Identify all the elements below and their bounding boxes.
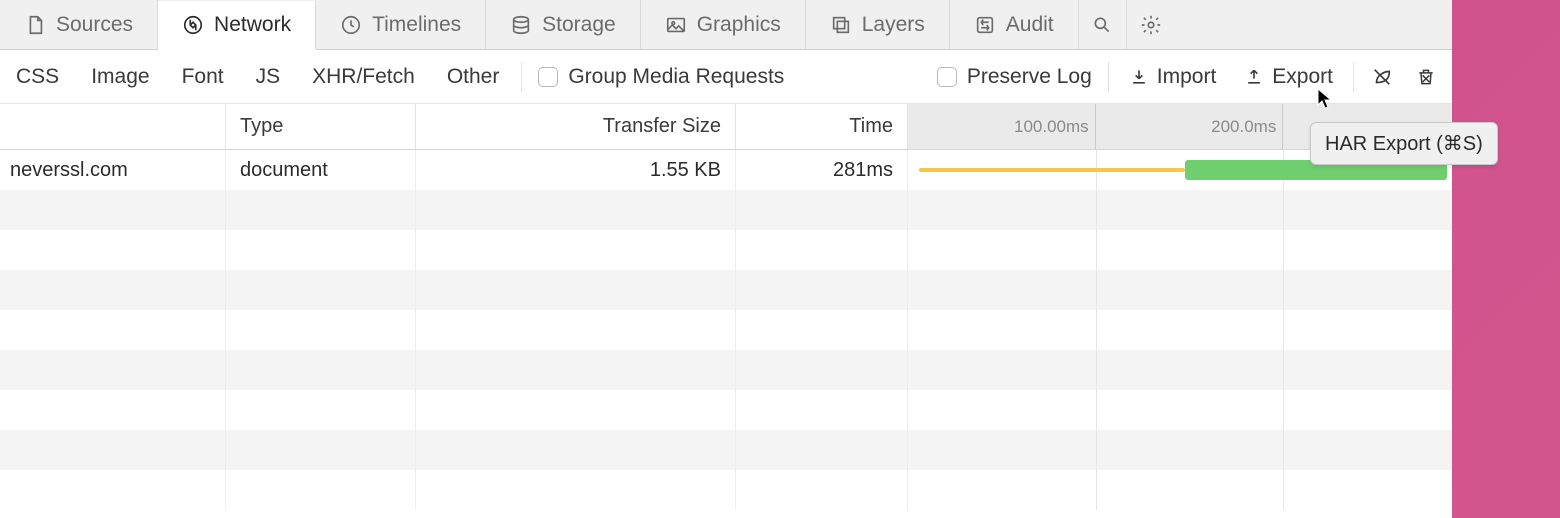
request-name: neverssl.com — [10, 159, 128, 182]
table-header: Type Transfer Size Time 100.00ms 200.0ms — [0, 104, 1452, 150]
request-rows: neverssl.com document 1.55 KB 281ms — [0, 150, 1452, 518]
request-time: 281ms — [833, 159, 893, 182]
checkbox-label: Group Media Requests — [568, 65, 784, 89]
timeline-tick: 100.00ms — [1014, 117, 1089, 137]
clear-button[interactable] — [1404, 67, 1448, 87]
tab-audit[interactable]: Audit — [950, 0, 1079, 49]
export-button[interactable]: Export — [1230, 65, 1347, 89]
column-name[interactable] — [0, 104, 226, 149]
preserve-log-checkbox[interactable]: Preserve Log — [927, 65, 1102, 89]
layers-icon — [830, 14, 852, 36]
import-button[interactable]: Import — [1115, 65, 1231, 89]
tab-label: Audit — [1006, 13, 1054, 37]
column-type[interactable]: Type — [226, 104, 416, 149]
disable-cache-button[interactable] — [1360, 66, 1404, 88]
waterfall-waiting — [919, 168, 1186, 172]
search-button[interactable] — [1079, 0, 1127, 49]
group-media-checkbox[interactable]: Group Media Requests — [528, 65, 794, 89]
separator — [1108, 62, 1109, 92]
empty-row — [0, 390, 1452, 430]
checkbox-label: Preserve Log — [967, 65, 1092, 89]
tab-label: Network — [214, 13, 291, 37]
empty-row — [0, 350, 1452, 390]
tab-label: Graphics — [697, 13, 781, 37]
tab-graphics[interactable]: Graphics — [641, 0, 806, 49]
empty-row — [0, 310, 1452, 350]
tab-network[interactable]: Network — [158, 1, 316, 50]
tab-label: Storage — [542, 13, 616, 37]
tab-bar: Sources Network Timelines Storage Graphi… — [0, 0, 1452, 50]
upload-icon — [1244, 67, 1264, 87]
tab-sources[interactable]: Sources — [0, 0, 158, 49]
image-icon — [665, 14, 687, 36]
gear-icon — [1140, 14, 1162, 36]
settings-button[interactable] — [1127, 0, 1175, 49]
download-icon — [1129, 67, 1149, 87]
request-size: 1.55 KB — [650, 159, 721, 182]
network-icon — [182, 14, 204, 36]
empty-row — [0, 470, 1452, 510]
file-icon — [24, 14, 46, 36]
database-icon — [510, 14, 532, 36]
separator — [521, 62, 522, 92]
empty-row — [0, 190, 1452, 230]
request-row[interactable]: neverssl.com document 1.55 KB 281ms — [0, 150, 1452, 190]
filter-image[interactable]: Image — [75, 65, 165, 89]
checkbox-box — [937, 67, 957, 87]
filter-font[interactable]: Font — [166, 65, 240, 89]
tab-layers[interactable]: Layers — [806, 0, 950, 49]
button-label: Import — [1157, 65, 1217, 89]
trash-icon — [1416, 67, 1436, 87]
search-icon — [1092, 15, 1112, 35]
tab-timelines[interactable]: Timelines — [316, 0, 486, 49]
filter-js[interactable]: JS — [240, 65, 297, 89]
filter-css[interactable]: CSS — [0, 65, 75, 89]
request-type: document — [240, 159, 328, 182]
filter-other[interactable]: Other — [431, 65, 516, 89]
tab-storage[interactable]: Storage — [486, 0, 641, 49]
filter-xhr[interactable]: XHR/Fetch — [296, 65, 431, 89]
empty-row — [0, 230, 1452, 270]
column-time[interactable]: Time — [736, 104, 908, 149]
empty-row — [0, 270, 1452, 310]
column-transfer-size[interactable]: Transfer Size — [416, 104, 736, 149]
timeline-tick: 200.0ms — [1211, 117, 1276, 137]
export-tooltip: HAR Export (⌘S) — [1310, 122, 1498, 165]
tab-label: Timelines — [372, 13, 461, 37]
clock-icon — [340, 14, 362, 36]
leaf-slash-icon — [1371, 66, 1393, 88]
network-toolbar: CSS Image Font JS XHR/Fetch Other Group … — [0, 50, 1452, 104]
button-label: Export — [1272, 65, 1333, 89]
empty-row — [0, 430, 1452, 470]
separator — [1353, 62, 1354, 92]
tab-label: Layers — [862, 13, 925, 37]
audit-icon — [974, 14, 996, 36]
tab-label: Sources — [56, 13, 133, 37]
checkbox-box — [538, 67, 558, 87]
devtools-panel: Sources Network Timelines Storage Graphi… — [0, 0, 1452, 518]
